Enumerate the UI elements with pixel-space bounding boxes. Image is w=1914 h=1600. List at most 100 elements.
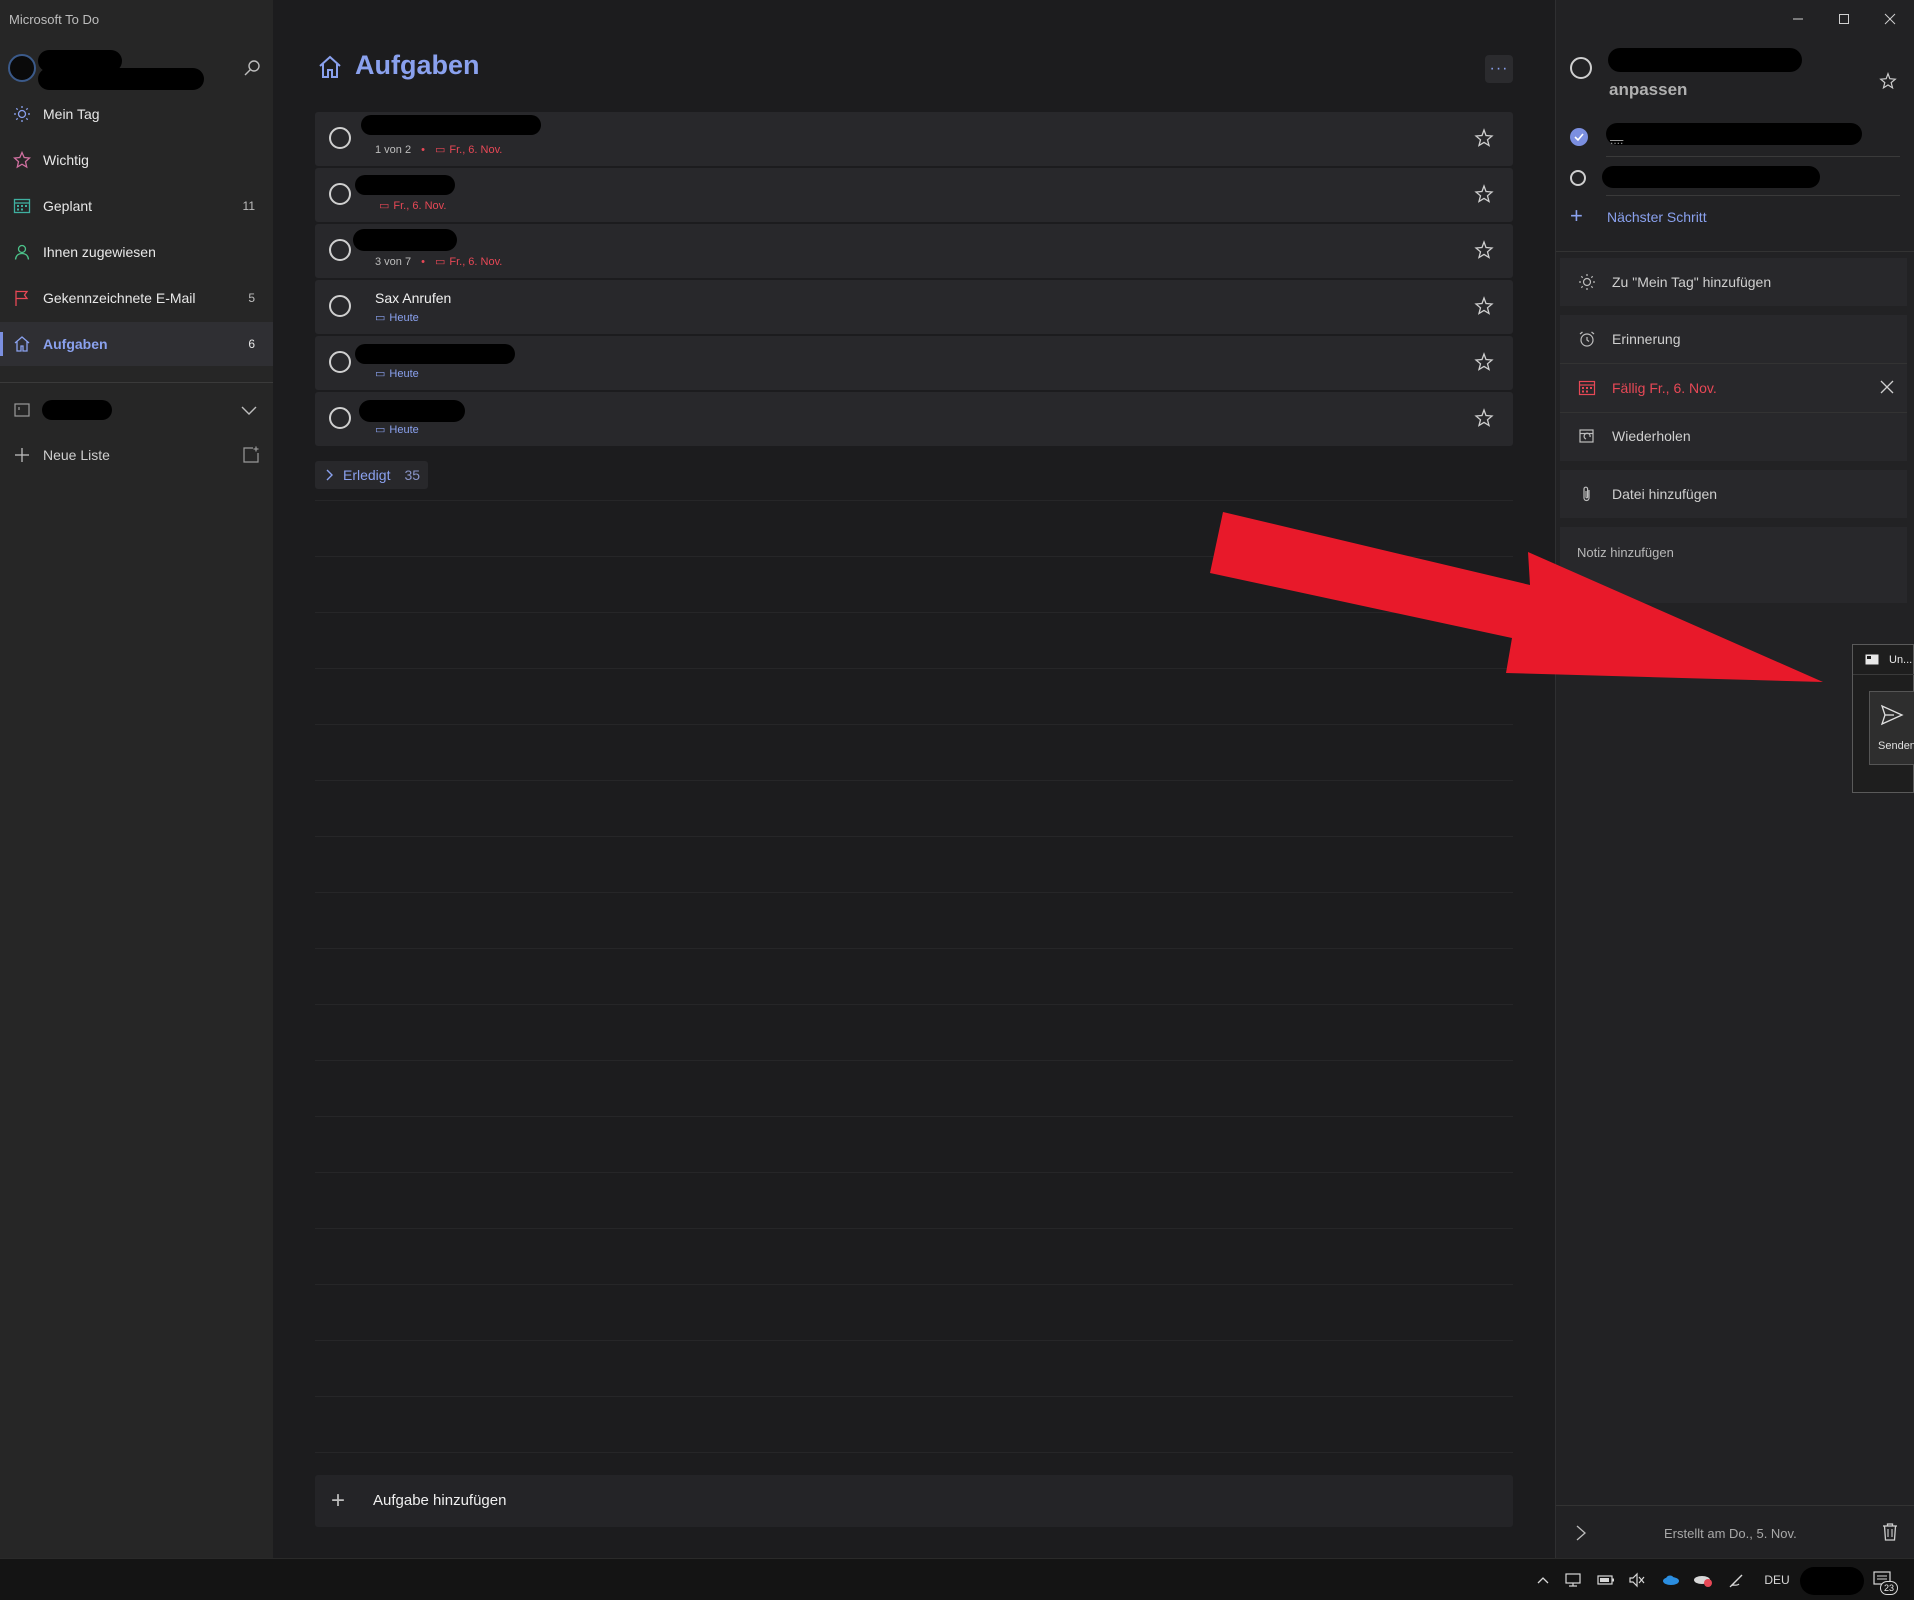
task-item[interactable]: 1 von 2 • ▭ Fr., 6. Nov. bbox=[315, 112, 1513, 166]
add-to-my-day-button[interactable]: Zu "Mein Tag" hinzufügen bbox=[1560, 259, 1907, 305]
page-title: Aufgaben bbox=[355, 50, 480, 80]
battery-icon[interactable] bbox=[1595, 1569, 1617, 1591]
due-date-label: Fällig Fr., 6. Nov. bbox=[1612, 380, 1717, 396]
mini-title-bar: Un... bbox=[1853, 645, 1914, 675]
calendar-icon: ▭ bbox=[375, 312, 386, 324]
close-icon[interactable] bbox=[1879, 379, 1895, 395]
task-item[interactable]: ▭ Fr., 6. Nov. bbox=[315, 168, 1513, 222]
meta-separator: • bbox=[421, 255, 425, 268]
chevron-up-icon[interactable] bbox=[1532, 1569, 1554, 1591]
star-icon[interactable] bbox=[1473, 127, 1495, 149]
task-list-pane: Aufgaben ··· 1 von 2 • ▭ Fr., 6. Nov. ▭ bbox=[273, 0, 1555, 1558]
chevron-right-icon[interactable] bbox=[1574, 1524, 1588, 1542]
chevron-down-icon[interactable] bbox=[239, 400, 259, 420]
note-placeholder: Notiz hinzufügen bbox=[1577, 545, 1674, 560]
send-button[interactable]: Senden bbox=[1869, 691, 1914, 765]
calendar-icon bbox=[1577, 378, 1597, 398]
due-date-button[interactable]: Fällig Fr., 6. Nov. bbox=[1560, 365, 1907, 411]
avatar[interactable] bbox=[8, 54, 36, 82]
more-options-button[interactable]: ··· bbox=[1485, 55, 1513, 83]
add-file-label: Datei hinzufügen bbox=[1612, 486, 1718, 502]
plus-icon bbox=[12, 445, 32, 465]
new-group-icon[interactable] bbox=[241, 445, 261, 465]
sidebar-item-geplant[interactable]: Geplant 11 bbox=[0, 184, 273, 228]
step-checkbox[interactable] bbox=[1570, 170, 1586, 186]
sidebar-item-aufgaben[interactable]: Aufgaben 6 bbox=[0, 322, 273, 366]
task-complete-checkbox[interactable] bbox=[329, 127, 351, 149]
calendar-icon: ▭ bbox=[375, 368, 386, 380]
task-complete-checkbox[interactable] bbox=[329, 183, 351, 205]
floating-compose-window[interactable]: Un... Senden bbox=[1852, 644, 1914, 793]
task-complete-checkbox[interactable] bbox=[329, 239, 351, 261]
send-label: Senden bbox=[1878, 740, 1914, 752]
task-complete-checkbox[interactable] bbox=[329, 407, 351, 429]
language-indicator[interactable]: DEU bbox=[1762, 1569, 1792, 1591]
task-complete-checkbox[interactable] bbox=[329, 295, 351, 317]
empty-row-line bbox=[315, 780, 1513, 781]
redacted-task-title bbox=[355, 175, 455, 195]
redacted-clock bbox=[1800, 1567, 1864, 1595]
minimize-button[interactable] bbox=[1776, 6, 1820, 32]
new-list-button[interactable]: Neue Liste bbox=[0, 433, 273, 477]
star-icon[interactable] bbox=[1473, 351, 1495, 373]
step-item[interactable]: .... bbox=[1570, 117, 1900, 157]
maximize-button[interactable] bbox=[1822, 6, 1866, 32]
task-meta: ▭ Heute bbox=[375, 423, 419, 437]
sidebar-item-label: Aufgaben bbox=[43, 336, 108, 352]
task-item[interactable]: ▭ Heute bbox=[315, 392, 1513, 446]
star-icon[interactable] bbox=[1473, 295, 1495, 317]
chevron-right-icon bbox=[326, 469, 333, 481]
close-window-button[interactable] bbox=[1868, 6, 1912, 32]
redacted-task-title bbox=[353, 229, 457, 251]
task-complete-checkbox[interactable] bbox=[329, 351, 351, 373]
note-field[interactable]: Notiz hinzufügen bbox=[1560, 527, 1907, 603]
sidebar-item-mein-tag[interactable]: Mein Tag bbox=[0, 92, 273, 136]
calendar-icon: ▭ bbox=[434, 144, 446, 156]
sidebar-item-ihnen-zugewiesen[interactable]: Ihnen zugewiesen bbox=[0, 230, 273, 274]
empty-row-line bbox=[315, 892, 1513, 893]
add-file-button[interactable]: Datei hinzufügen bbox=[1560, 471, 1907, 517]
sidebar-item-label: Ihnen zugewiesen bbox=[43, 244, 156, 260]
onedrive-error-icon[interactable] bbox=[1692, 1569, 1714, 1591]
pen-icon[interactable] bbox=[1726, 1569, 1748, 1591]
empty-row-line bbox=[315, 1060, 1513, 1061]
repeat-button[interactable]: Wiederholen bbox=[1560, 413, 1907, 459]
new-list-label: Neue Liste bbox=[43, 447, 110, 463]
task-meta: 1 von 2 • ▭ Fr., 6. Nov. bbox=[375, 143, 502, 157]
task-item[interactable]: 3 von 7 • ▭ Fr., 6. Nov. bbox=[315, 224, 1513, 278]
completed-count: 35 bbox=[404, 467, 421, 483]
sidebar-item-label: Mein Tag bbox=[43, 106, 100, 122]
task-meta: 3 von 7 • ▭ Fr., 6. Nov. bbox=[375, 255, 502, 269]
sun-icon bbox=[12, 104, 32, 124]
completed-toggle[interactable]: Erledigt 35 bbox=[315, 461, 429, 489]
sidebar-group[interactable] bbox=[0, 388, 273, 432]
star-icon[interactable] bbox=[1473, 407, 1495, 429]
detail-task-title: anpassen bbox=[1609, 80, 1688, 99]
next-step-button[interactable]: + Nächster Schritt bbox=[1570, 205, 1900, 231]
sidebar-item-count: 11 bbox=[242, 199, 255, 213]
speaker-muted-icon[interactable] bbox=[1626, 1569, 1648, 1591]
reminder-button[interactable]: Erinnerung bbox=[1560, 316, 1907, 362]
star-icon[interactable] bbox=[1878, 71, 1898, 91]
step-checked-icon[interactable] bbox=[1570, 128, 1588, 146]
sidebar-item-count: 5 bbox=[248, 291, 255, 305]
onedrive-icon[interactable] bbox=[1660, 1569, 1682, 1591]
empty-row-line bbox=[315, 836, 1513, 837]
person-icon bbox=[12, 242, 32, 262]
network-icon[interactable] bbox=[1563, 1569, 1585, 1591]
trash-icon[interactable] bbox=[1881, 1522, 1899, 1542]
task-item[interactable]: Sax Anrufen ▭ Heute bbox=[315, 280, 1513, 334]
step-divider bbox=[1606, 156, 1900, 157]
search-icon[interactable] bbox=[240, 56, 264, 80]
star-icon[interactable] bbox=[1473, 183, 1495, 205]
next-step-label: Nächster Schritt bbox=[1607, 209, 1707, 225]
step-item[interactable] bbox=[1570, 158, 1900, 198]
star-icon[interactable] bbox=[1473, 239, 1495, 261]
plus-icon: + bbox=[1570, 203, 1583, 228]
task-item[interactable]: ▭ Heute bbox=[315, 336, 1513, 390]
add-task-input[interactable]: + Aufgabe hinzufügen bbox=[315, 1475, 1513, 1527]
sidebar-item-gekennzeichnete-email[interactable]: Gekennzeichnete E-Mail 5 bbox=[0, 276, 273, 320]
sidebar-item-wichtig[interactable]: Wichtig bbox=[0, 138, 273, 182]
empty-row-line bbox=[315, 1396, 1513, 1397]
task-complete-checkbox[interactable] bbox=[1570, 57, 1592, 79]
